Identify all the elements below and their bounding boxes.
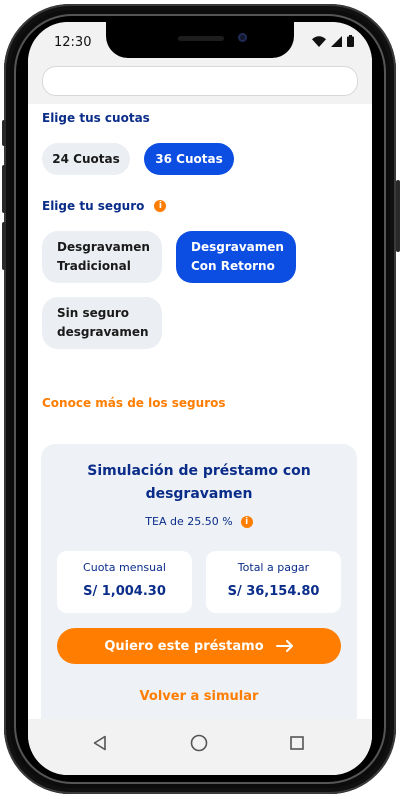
monthly-payment-label: Cuota mensual — [83, 561, 166, 574]
installments-title: Elige tus cuotas — [42, 111, 150, 125]
back-button[interactable] — [86, 731, 114, 755]
chip-sin-seguro[interactable]: Sin seguro desgravamen — [42, 297, 162, 349]
total-payment-label: Total a pagar — [237, 561, 310, 574]
signal-icon — [331, 35, 342, 47]
status-icons — [312, 34, 354, 48]
recents-square-icon — [290, 736, 304, 750]
screen: 12:30 Elige tus cuotas 24 Cuotas 36 Cuot… — [28, 22, 372, 775]
chip-36-cuotas-label: 36 Cuotas — [155, 152, 223, 166]
chip-desgravamen-tradicional[interactable]: Desgravamen Tradicional — [42, 231, 162, 283]
info-icon[interactable]: i — [154, 200, 167, 212]
page-content: Elige tus cuotas 24 Cuotas 36 Cuotas Eli… — [28, 104, 372, 732]
resimulate-link[interactable]: Volver a simular — [41, 689, 357, 704]
insurance-title-text: Elige tu seguro — [42, 199, 145, 213]
total-payment-value: S/ 36,154.80 — [227, 584, 320, 599]
chip-sin-seguro-label: Sin seguro desgravamen — [57, 306, 149, 339]
insurance-info-link[interactable]: Conoce más de los seguros — [42, 396, 226, 410]
system-nav-bar — [28, 719, 372, 775]
address-bar[interactable] — [42, 66, 358, 96]
chip-24-cuotas[interactable]: 24 Cuotas — [42, 143, 130, 175]
chip-36-cuotas[interactable]: 36 Cuotas — [144, 143, 234, 175]
tea-info-icon[interactable]: i — [240, 515, 253, 528]
home-circle-icon — [190, 734, 208, 752]
simulation-card: Simulación de préstamo con desgravamen T… — [41, 444, 357, 732]
arrow-right-icon — [275, 640, 293, 652]
request-loan-label: Quiero este préstamo — [104, 638, 264, 654]
tea-row: TEA de 25.50 % i — [41, 515, 357, 528]
chip-desgravamen-con-retorno[interactable]: Desgravamen Con Retorno — [176, 231, 296, 283]
tea-text: TEA de 25.50 % — [145, 515, 233, 528]
phone-volume-up — [2, 165, 6, 213]
home-button[interactable] — [185, 731, 213, 755]
recents-button[interactable] — [283, 731, 311, 755]
battery-icon — [347, 35, 354, 47]
back-triangle-icon — [93, 735, 106, 751]
notch — [106, 22, 294, 58]
total-payment-box: Total a pagar S/ 36,154.80 — [206, 551, 341, 613]
phone-mute-switch — [2, 120, 6, 146]
phone-power-button — [396, 180, 400, 252]
insurance-title: Elige tu seguro i — [42, 199, 167, 213]
phone-volume-down — [2, 222, 6, 270]
front-camera — [238, 33, 247, 42]
monthly-payment-value: S/ 1,004.30 — [83, 584, 166, 599]
chip-desgravamen-tradicional-label: Desgravamen Tradicional — [57, 240, 150, 273]
chip-desgravamen-con-retorno-label: Desgravamen Con Retorno — [191, 240, 284, 273]
wifi-icon — [312, 35, 326, 47]
chip-24-cuotas-label: 24 Cuotas — [52, 152, 120, 166]
earpiece-speaker — [178, 36, 224, 41]
installments-title-text: Elige tus cuotas — [42, 111, 150, 125]
status-time: 12:30 — [54, 35, 92, 50]
request-loan-button[interactable]: Quiero este préstamo — [57, 628, 341, 664]
monthly-payment-box: Cuota mensual S/ 1,004.30 — [57, 551, 192, 613]
simulation-title: Simulación de préstamo con desgravamen — [87, 463, 311, 502]
